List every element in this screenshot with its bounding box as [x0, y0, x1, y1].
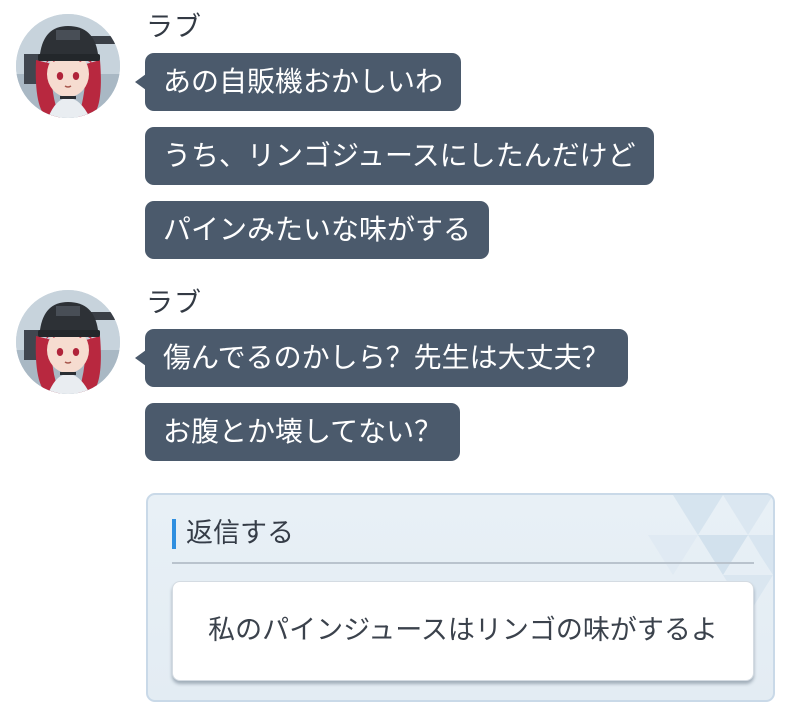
student-avatar-icon[interactable]: [16, 290, 120, 394]
divider: [172, 562, 754, 564]
student-avatar-icon[interactable]: [16, 14, 120, 118]
message-bubble: お腹とか壊してない？: [145, 403, 461, 461]
message-bubble: 傷んでるのかしら？先生は大丈夫？: [135, 329, 628, 387]
reply-title: 返信する: [186, 518, 294, 549]
message-bubble: うち、リンゴジュースにしたんだけど: [145, 127, 654, 185]
sender-name: ラブ: [146, 288, 202, 319]
accent-bar: [172, 519, 176, 549]
reply-panel: 返信する 私のパインジュースはリンゴの味がするよ: [146, 493, 775, 702]
reply-option-label: 私のパインジュースはリンゴの味がするよ: [208, 615, 718, 646]
reply-header: 返信する: [172, 517, 294, 551]
sender-name: ラブ: [146, 12, 202, 43]
reply-option-button[interactable]: 私のパインジュースはリンゴの味がするよ: [172, 581, 754, 681]
message-bubble: パインみたいな味がする: [145, 201, 490, 259]
message-bubble: あの自販機おかしいわ: [134, 53, 462, 111]
